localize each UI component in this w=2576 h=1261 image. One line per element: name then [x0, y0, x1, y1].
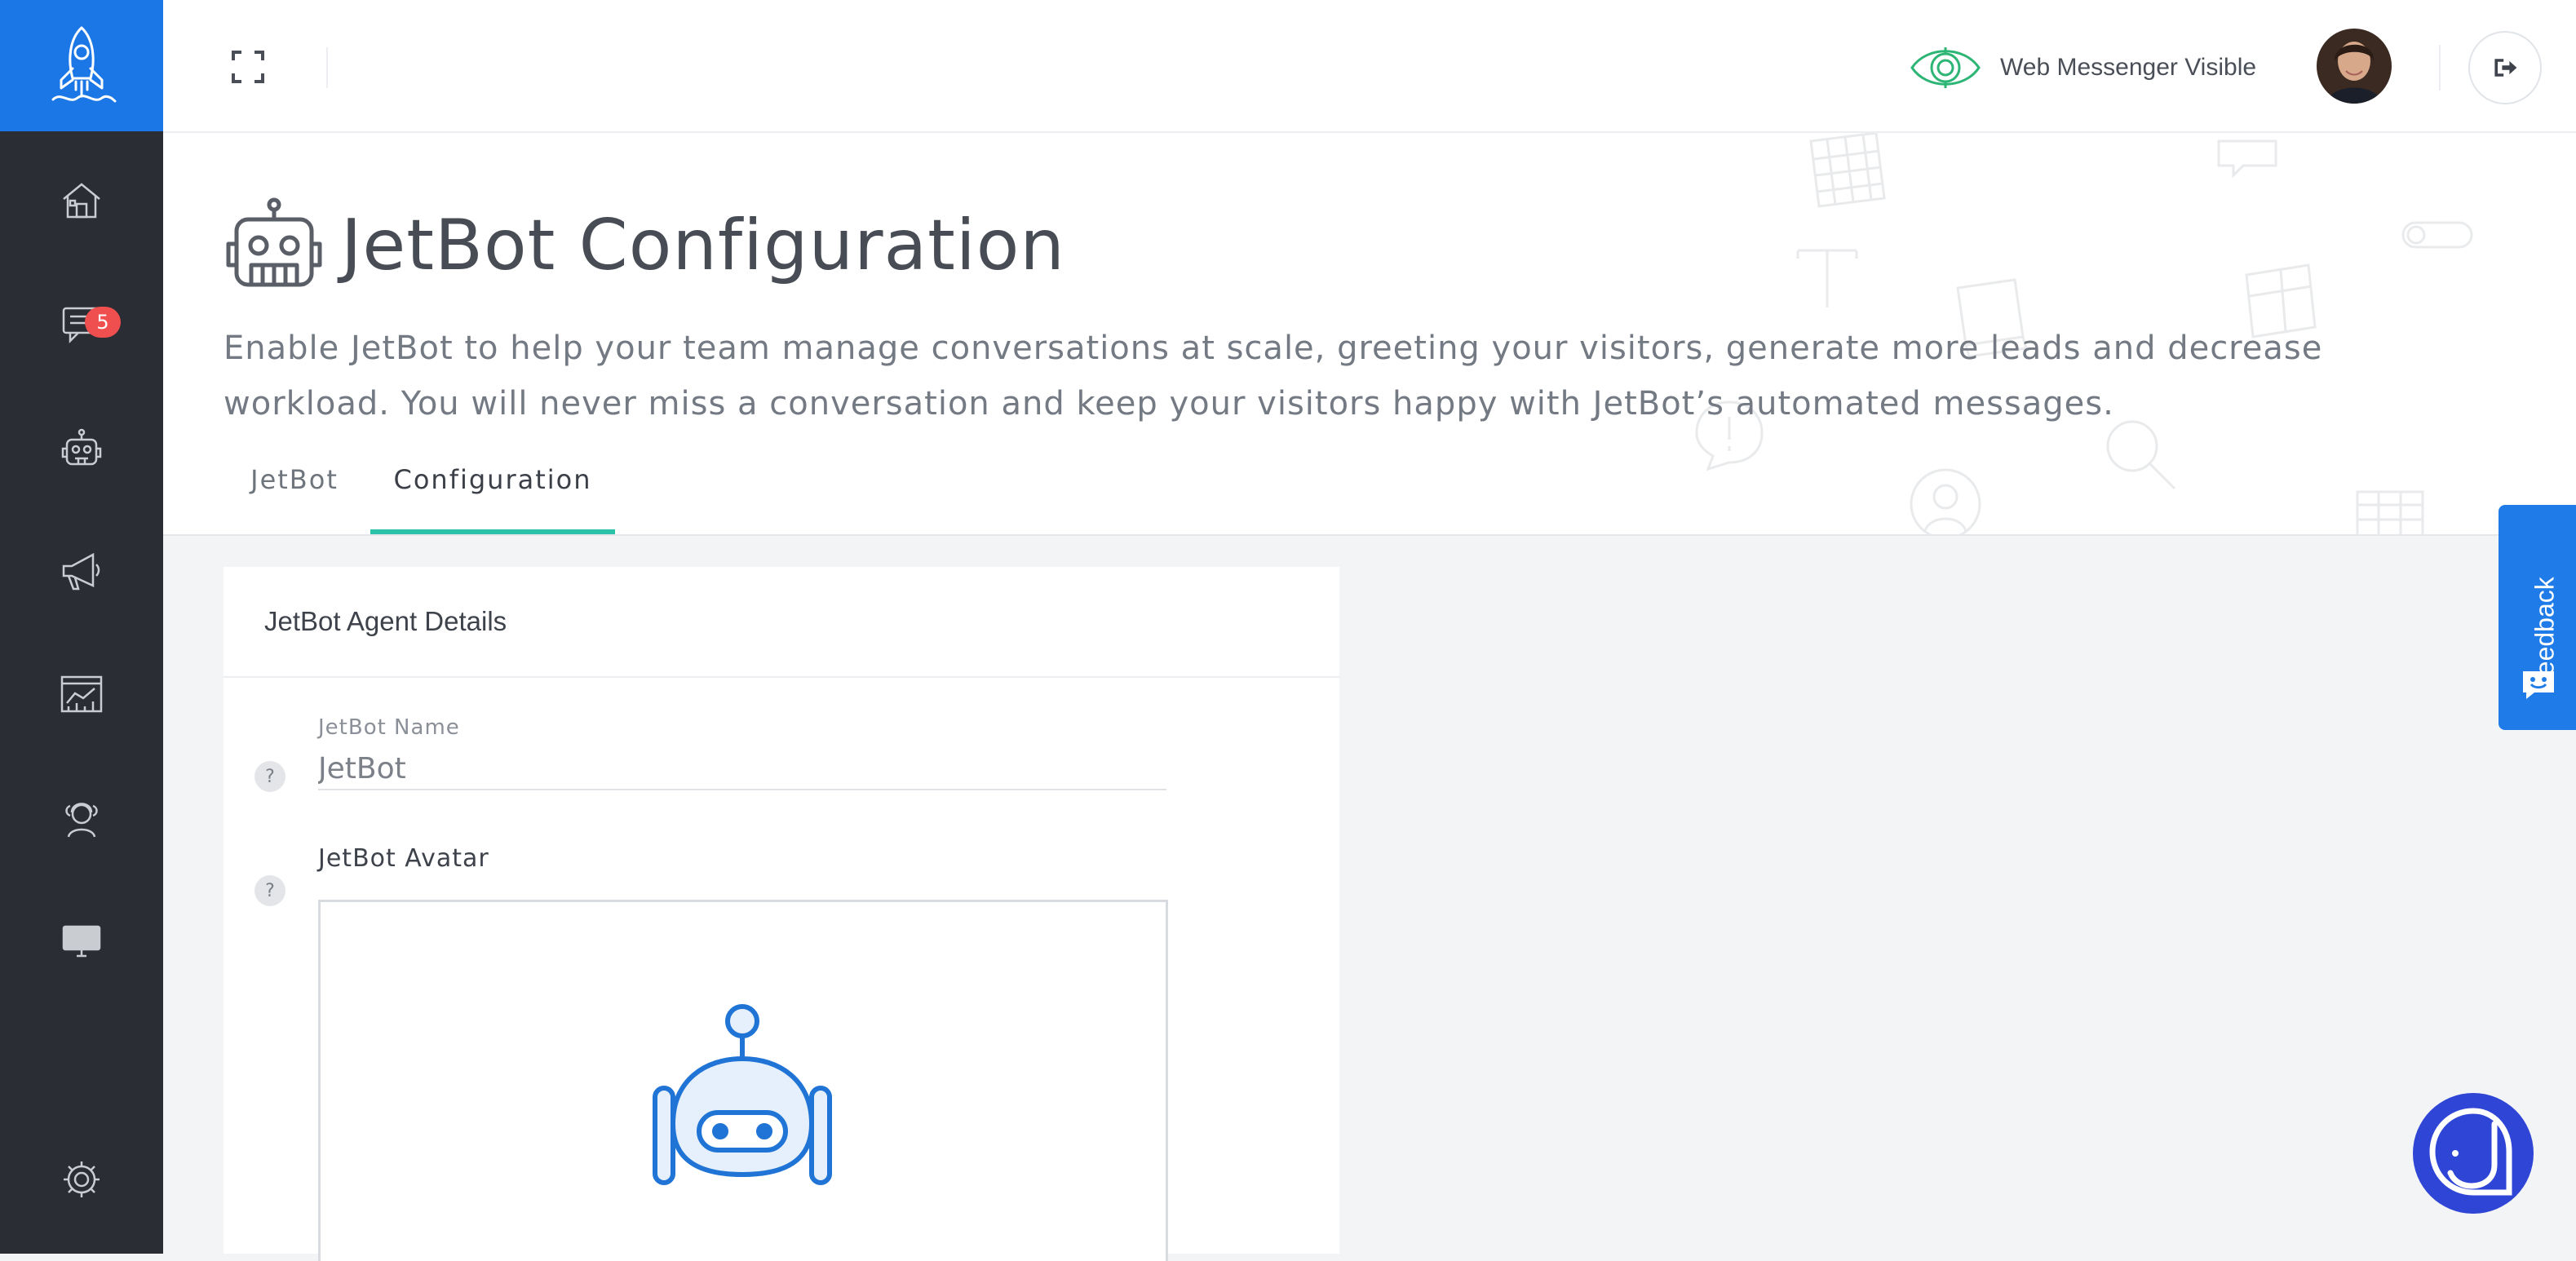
page-description: Enable JetBot to help your team manage c… — [224, 330, 2323, 423]
visibility-label: Web Messenger Visible — [2000, 54, 2257, 81]
card-title: JetBot Agent Details — [224, 567, 1339, 678]
eye-icon — [1910, 47, 1981, 88]
divider — [2439, 45, 2441, 91]
logout-button[interactable] — [2468, 31, 2542, 104]
feedback-button[interactable]: Feedback — [2499, 505, 2576, 730]
toggle-decoration-icon — [2401, 221, 2473, 249]
chat-decoration-icon — [2217, 139, 2277, 179]
help-icon[interactable]: ? — [255, 761, 285, 792]
tab-configuration[interactable]: Configuration — [370, 443, 615, 534]
megaphone-icon — [62, 552, 100, 591]
sidebar: 5 — [0, 0, 163, 1254]
bot-avatar-icon — [653, 1004, 832, 1185]
nav-settings[interactable] — [0, 1130, 163, 1228]
nav-team[interactable] — [0, 770, 163, 868]
settings-icon — [64, 1161, 100, 1197]
nav-desktop[interactable] — [0, 892, 163, 990]
fullscreen-icon — [232, 51, 264, 83]
help-icon[interactable]: ? — [255, 875, 285, 906]
nav-campaigns[interactable] — [0, 522, 163, 620]
divider — [326, 47, 328, 88]
robot-icon — [226, 197, 322, 287]
rocket-icon — [51, 26, 117, 102]
page-header: JetBot Configuration Enable JetBot to he… — [163, 133, 2576, 536]
messenger-visibility-toggle[interactable]: Web Messenger Visible — [1909, 39, 2256, 96]
tab-jetbot[interactable]: JetBot — [228, 443, 361, 534]
jetbot-avatar-label: JetBot Avatar — [318, 844, 489, 873]
desktop-icon — [62, 925, 101, 958]
analytics-icon — [60, 675, 103, 713]
avatar-image — [2317, 29, 2392, 104]
nav-conversations[interactable]: 5 — [0, 274, 163, 372]
user-avatar[interactable] — [2317, 29, 2392, 104]
nav-home[interactable] — [0, 152, 163, 250]
avatar-upload-box[interactable] — [318, 900, 1168, 1261]
page-title: JetBot Configuration — [341, 204, 1065, 286]
robot-icon — [61, 428, 102, 466]
chat-launcher-button[interactable] — [2413, 1093, 2534, 1214]
grid-decoration-icon — [1809, 133, 1886, 208]
feedback-face-icon — [2523, 671, 2554, 699]
user-decoration-icon — [1910, 468, 1981, 534]
nav-jetbot[interactable] — [0, 401, 163, 499]
chat-smile-icon — [2429, 1108, 2512, 1196]
topbar: Web Messenger Visible — [163, 0, 2576, 133]
nav-analytics[interactable] — [0, 646, 163, 744]
unread-badge: 5 — [85, 307, 121, 338]
team-icon — [65, 803, 98, 838]
table-decoration-icon — [2356, 490, 2424, 534]
fullscreen-button[interactable] — [228, 47, 268, 86]
agent-details-card: JetBot Agent Details ? JetBot Name ? Jet… — [224, 567, 1339, 1261]
jetbot-name-label: JetBot Name — [318, 715, 460, 740]
jetbot-name-input[interactable] — [318, 748, 1166, 790]
logo[interactable] — [0, 0, 163, 131]
home-icon — [63, 183, 100, 219]
title-row: JetBot Configuration — [224, 157, 1065, 333]
logout-icon — [2494, 59, 2517, 77]
text-decoration-icon — [1796, 249, 1858, 308]
